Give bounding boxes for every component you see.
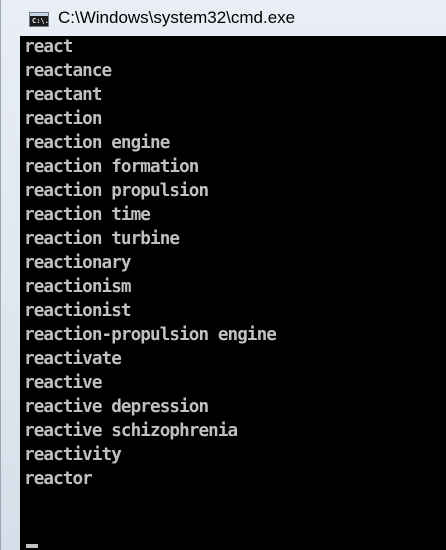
- cmd-icon-bar: [30, 13, 48, 16]
- console-output[interactable]: react reactance reactant reaction reacti…: [20, 36, 446, 550]
- console-line: reaction propulsion: [24, 181, 209, 201]
- console-line: reaction formation: [24, 157, 199, 177]
- console-line: reaction turbine: [24, 229, 180, 249]
- console-line: reactive schizophrenia: [24, 421, 238, 441]
- console-line: reactionism: [24, 277, 132, 297]
- console-line: reactant: [24, 85, 102, 105]
- console-line: react: [24, 37, 73, 57]
- console-line: reaction engine: [24, 133, 170, 153]
- console-line: reaction-propulsion engine: [24, 325, 277, 345]
- cmd-icon-glyph: C:\.: [32, 17, 49, 25]
- console-line: reactivity: [24, 445, 122, 465]
- console-line: reactive depression: [24, 397, 209, 417]
- console-line: reaction time: [24, 205, 151, 225]
- text-cursor: [26, 544, 38, 548]
- console-line: reactive: [24, 373, 102, 393]
- console-line: reactance: [24, 61, 112, 81]
- console-line: reactivate: [24, 349, 122, 369]
- title-bar[interactable]: C:\. C:\Windows\system32\cmd.exe: [1, 0, 446, 36]
- window-title: C:\Windows\system32\cmd.exe: [58, 8, 296, 27]
- console-line: reactionary: [24, 253, 132, 273]
- console-line: reactionist: [24, 301, 132, 321]
- cmd-icon[interactable]: C:\.: [29, 12, 49, 27]
- console-line: reaction: [24, 109, 102, 129]
- cmd-window: C:\. C:\Windows\system32\cmd.exe react r…: [0, 0, 446, 550]
- console-line: reactor: [24, 469, 93, 489]
